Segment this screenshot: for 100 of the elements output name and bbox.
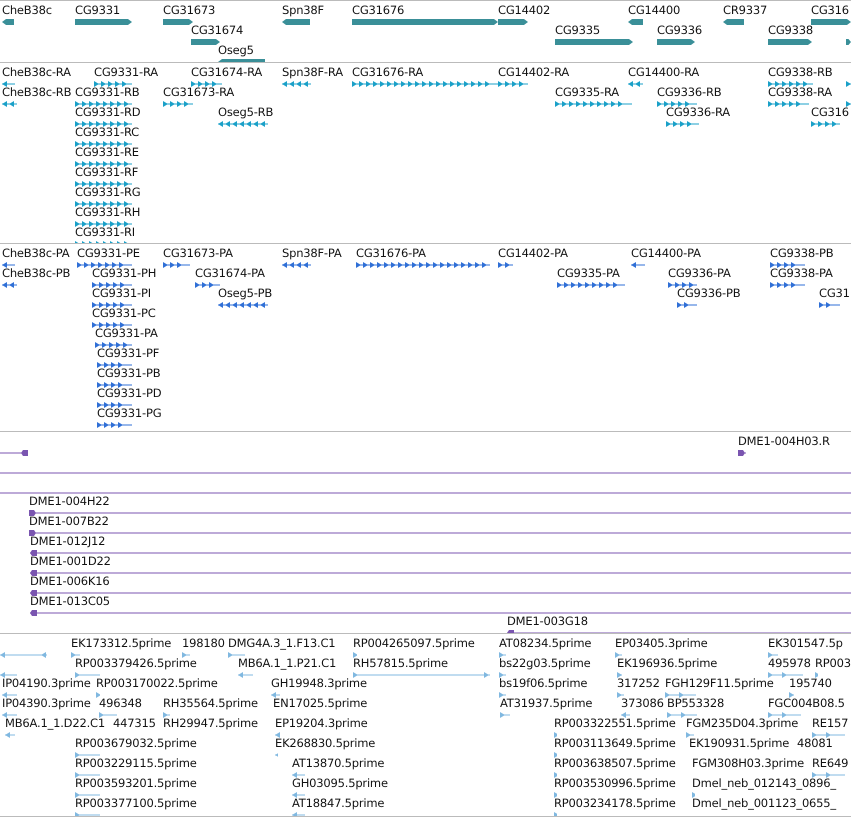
feature-label: Spn38F-RA xyxy=(282,65,343,79)
feature-label: EK196936.5prime xyxy=(617,656,718,670)
feature-label: 373086 xyxy=(621,696,664,710)
feature-label: CG9331-PD xyxy=(97,386,162,400)
feature-label: bs19f06.5prime xyxy=(499,676,588,690)
feature-label: CG9338-PB xyxy=(770,246,834,260)
feature-label: CheB38c-RA xyxy=(2,65,71,79)
feature-label: CG9335-PA xyxy=(557,266,620,280)
feature-label: CheB38c-RB xyxy=(2,85,72,99)
feature-label: FGH129F11.5prime xyxy=(665,676,774,690)
feature-label: EP19204.3prime xyxy=(275,716,368,730)
feature-label: CG9335 xyxy=(555,23,600,37)
feature-label: 447315 xyxy=(113,716,156,730)
feature-label: Oseg5-RB xyxy=(218,105,274,119)
feature-label: CG9331-RE xyxy=(75,145,139,159)
feature-label: CG9331-PB xyxy=(97,366,160,380)
feature-label: CG9336-PA xyxy=(668,266,731,280)
feature-label: CG9331-PE xyxy=(77,246,140,260)
feature-label: MB6A.1_1.D22.C1 xyxy=(5,716,105,730)
feature-label: GH03095.5prime xyxy=(292,776,388,790)
feature-label: CG316 xyxy=(811,105,849,119)
feature-label: DME1-007B22 xyxy=(29,514,109,528)
feature-label: EK268830.5prime xyxy=(275,736,376,750)
feature-label: CG9331-PI xyxy=(92,286,151,300)
feature-label: RP004265097.5prime xyxy=(353,636,475,650)
feature-label: AT18847.5prime xyxy=(292,796,384,810)
feature-label: IP04190.3prime xyxy=(2,676,91,690)
feature-label: 195740 xyxy=(789,676,832,690)
feature-label: CG14400-RA xyxy=(628,65,700,79)
feature-label: bs22g03.5prime xyxy=(499,656,591,670)
feature-label: CG9338 xyxy=(768,23,814,37)
feature-label: CG9331-RA xyxy=(94,65,158,79)
feature-label: CG14400 xyxy=(628,3,680,17)
feature-label: EK190931.5prime xyxy=(689,736,790,750)
feature-label: CG316 xyxy=(811,3,849,17)
feature-label: AT31937.5prime xyxy=(500,696,592,710)
feature-label: FGM308H03.3prime xyxy=(692,756,804,770)
feature-label: RP003234178.5prime xyxy=(554,796,676,810)
feature-label: CG9338-RB xyxy=(768,65,832,79)
feature-label: DME1-003G18 xyxy=(507,614,588,628)
feature-label: CG31673-RA xyxy=(163,85,234,99)
feature-label: CG9338-PA xyxy=(770,266,833,280)
feature-label: CG31676 xyxy=(352,3,404,17)
feature-label: RP003113649.5prime xyxy=(554,736,676,750)
feature-label: IP04390.3prime xyxy=(2,696,91,710)
feature-label: RP003 xyxy=(815,656,851,670)
feature-label: RH57815.5prime xyxy=(353,656,448,670)
feature-label: FGC004B08.5 xyxy=(768,696,845,710)
feature-label: CG14402-RA xyxy=(498,65,570,79)
feature-label: CG9331-PG xyxy=(97,406,162,420)
feature-label: CG14400-PA xyxy=(631,246,701,260)
feature-label: Dmel_neb_012143_0896_ xyxy=(692,776,836,790)
feature-label: CG31674-PA xyxy=(195,266,265,280)
feature-label: CG9331-PH xyxy=(92,266,156,280)
feature-label: RP003322551.5prime xyxy=(554,716,676,730)
feature-label: CG9336-RA xyxy=(666,105,730,119)
feature-label: EK301547.5p xyxy=(768,636,843,650)
feature-label: RH29947.5prime xyxy=(163,716,258,730)
feature-label: DME1-004H03.R xyxy=(738,434,830,448)
feature-label: RH35564.5prime xyxy=(163,696,258,710)
feature-label: CG9331 xyxy=(75,3,120,17)
feature-label: RP003638507.5prime xyxy=(554,756,676,770)
feature-label: CG9331-RI xyxy=(75,225,135,239)
feature-label: CR9337 xyxy=(723,3,768,17)
feature-label: RP003530996.5prime xyxy=(554,776,676,790)
feature-label: FGM235D04.3prime xyxy=(686,716,798,730)
feature-label: CG9331-RH xyxy=(75,205,140,219)
feature-label: CG9331-PA xyxy=(95,326,158,340)
feature-label: CG31676-RA xyxy=(352,65,424,79)
feature-label: CheB38c-PB xyxy=(2,266,70,280)
feature-label: 496348 xyxy=(99,696,142,710)
feature-label: 48081 xyxy=(797,736,833,750)
feature-label: CG14402 xyxy=(498,3,550,17)
feature-label: MB6A.1_1.P21.C1 xyxy=(238,656,336,670)
feature-label: Oseg5-PB xyxy=(218,286,272,300)
feature-label: RP003229115.5prime xyxy=(75,756,197,770)
feature-label: EP03405.3prime xyxy=(615,636,708,650)
feature-label: CG31673 xyxy=(163,3,216,17)
feature-label: CG31673-PA xyxy=(163,246,233,260)
feature-label: 495978 xyxy=(768,656,811,670)
feature-label: CG31 xyxy=(819,286,850,300)
feature-label: RP003593201.5prime xyxy=(75,776,197,790)
feature-label: Oseg5 xyxy=(218,43,254,57)
feature-label: CheB38c xyxy=(2,3,52,17)
feature-label: RP003679032.5prime xyxy=(75,736,197,750)
feature-label: 317252 xyxy=(617,676,660,690)
feature-label: DME1-013C05 xyxy=(30,594,110,608)
feature-label: CG9331-RB xyxy=(75,85,140,99)
feature-label: CG9331-RC xyxy=(75,125,140,139)
feature-label: CG31676-PA xyxy=(356,246,426,260)
feature-label: AT13870.5prime xyxy=(292,756,384,770)
feature-label: AT08234.5prime xyxy=(499,636,592,650)
feature-label: CG9336-RB xyxy=(657,85,722,99)
feature-label: RE649 xyxy=(812,756,848,770)
feature-label: RP003379426.5prime xyxy=(75,656,197,670)
feature-label: GH19948.3prime xyxy=(271,676,367,690)
feature-label: CG14402-PA xyxy=(498,246,568,260)
feature-label: Dmel_neb_001123_0655_ xyxy=(692,796,836,810)
feature-label: CG9331-RG xyxy=(75,185,140,199)
feature-label: RP003377100.5prime xyxy=(75,796,197,810)
